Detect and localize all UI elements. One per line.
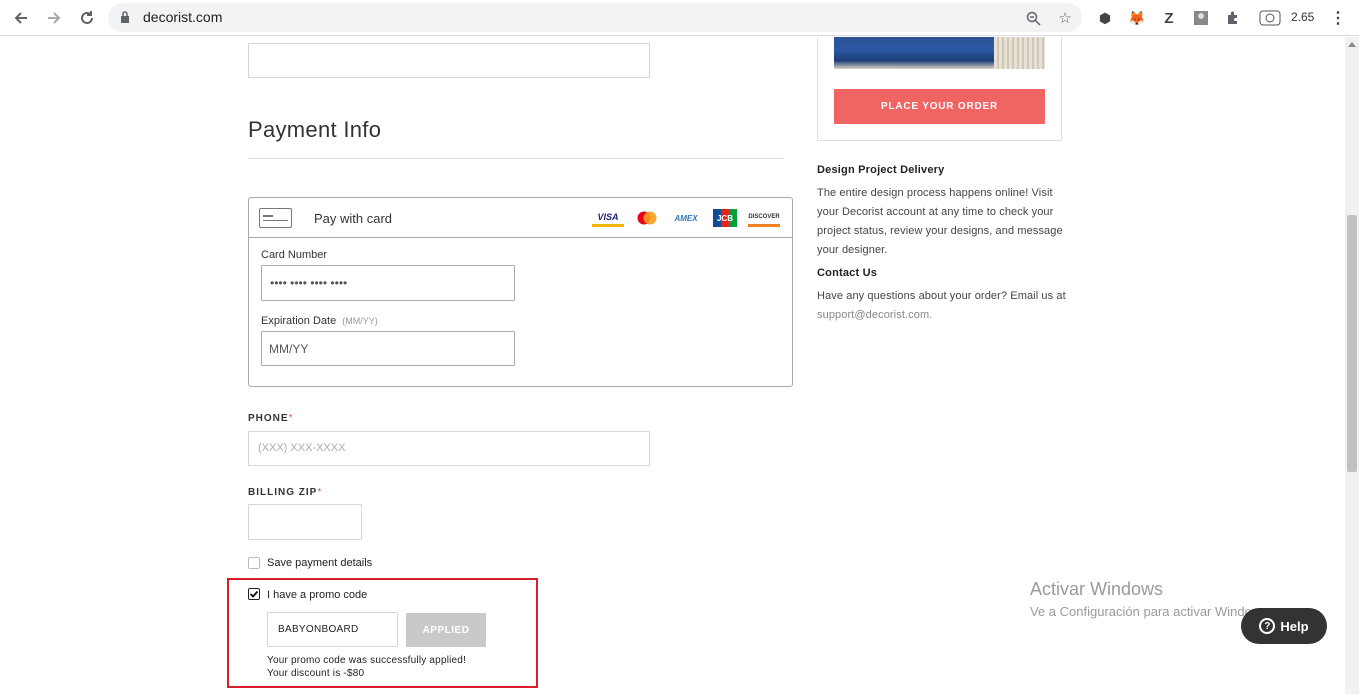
zoom-icon[interactable]: [1023, 8, 1043, 28]
design-preview-image: [834, 37, 1045, 69]
delivery-text: The entire design process happens online…: [817, 187, 1063, 256]
url-text: decorist.com: [143, 9, 223, 25]
activate-windows-text: Ve a Configuración para activar Windows.: [1030, 604, 1272, 619]
profile-extension-icon[interactable]: [1190, 7, 1212, 29]
delivery-title: Design Project Delivery: [817, 164, 945, 176]
help-question-icon: ?: [1259, 618, 1276, 634]
payment-info-heading: Payment Info: [248, 117, 382, 142]
counter-extension-icon[interactable]: [1258, 7, 1282, 29]
discover-logo-icon: DISCOVER: [748, 209, 780, 227]
extension-cube-icon[interactable]: ⬢: [1094, 7, 1116, 29]
phone-label: PHONE*: [248, 413, 294, 424]
expiration-hint: (MM/YY): [342, 316, 378, 326]
help-label: Help: [1280, 618, 1309, 634]
credit-card-icon: [259, 208, 292, 228]
metamask-fox-icon[interactable]: 🦊: [1126, 7, 1148, 29]
visa-logo-icon: VISA: [592, 209, 624, 227]
card-number-label: Card Number: [261, 249, 328, 261]
scroll-up-icon[interactable]: [1348, 42, 1356, 47]
address-field[interactable]: [248, 43, 650, 78]
card-payment-panel: Pay with card VISA AMEX JCB DISCOVER Car…: [248, 197, 793, 387]
zotero-icon[interactable]: Z: [1158, 7, 1180, 29]
promo-success-text: Your promo code was successfully applied…: [267, 655, 467, 666]
browser-toolbar: decorist.com ☆ ⬢ 🦊 Z 2.65 ⋮: [0, 0, 1359, 36]
page-scrollbar[interactable]: [1345, 37, 1359, 694]
scroll-thumb[interactable]: [1347, 215, 1357, 472]
contact-title: Contact Us: [817, 267, 878, 279]
menu-kebab-icon[interactable]: ⋮: [1327, 7, 1349, 29]
card-panel-header: Pay with card VISA AMEX JCB DISCOVER: [249, 198, 792, 238]
billing-zip-input[interactable]: [248, 504, 362, 540]
address-bar[interactable]: decorist.com ☆: [108, 3, 1082, 32]
activate-windows-title: Activar Windows: [1030, 579, 1164, 599]
back-icon[interactable]: [9, 6, 33, 30]
mastercard-logo-icon: [634, 209, 660, 227]
lock-icon: [121, 11, 129, 23]
puzzle-extensions-icon[interactable]: [1222, 7, 1244, 29]
bookmark-star-icon[interactable]: ☆: [1055, 8, 1075, 28]
card-number-input[interactable]: •••• •••• •••• ••••: [261, 265, 515, 301]
reload-icon[interactable]: [75, 6, 99, 30]
billing-zip-label: BILLING ZIP*: [248, 487, 323, 498]
support-email-link[interactable]: support@decorist.com.: [817, 309, 932, 321]
place-order-button[interactable]: PLACE YOUR ORDER: [834, 89, 1045, 124]
pay-with-card-label: Pay with card: [314, 211, 393, 226]
promo-discount-text: Your discount is -$80: [267, 668, 365, 679]
promo-code-label: I have a promo code: [267, 589, 368, 601]
help-button[interactable]: ? Help: [1241, 608, 1327, 644]
promo-code-checkbox[interactable]: [248, 588, 260, 600]
save-payment-label: Save payment details: [267, 557, 373, 569]
jcb-logo-icon: JCB: [713, 209, 737, 227]
phone-input[interactable]: (XXX) XXX-XXXX: [248, 431, 650, 466]
expiration-date-label: Expiration Date (MM/YY): [261, 315, 378, 327]
promo-applied-button[interactable]: APPLIED: [406, 613, 486, 647]
heading-divider: [248, 158, 784, 159]
forward-icon[interactable]: [42, 6, 66, 30]
expiration-date-input[interactable]: MM/YY: [261, 331, 515, 366]
contact-text: Have any questions about your order? Ema…: [817, 290, 1066, 321]
extension-badge-value: 2.65: [1291, 10, 1315, 24]
save-payment-checkbox[interactable]: [248, 557, 260, 569]
amex-logo-icon: AMEX: [674, 213, 698, 223]
promo-code-input[interactable]: BABYONBOARD: [267, 612, 398, 647]
